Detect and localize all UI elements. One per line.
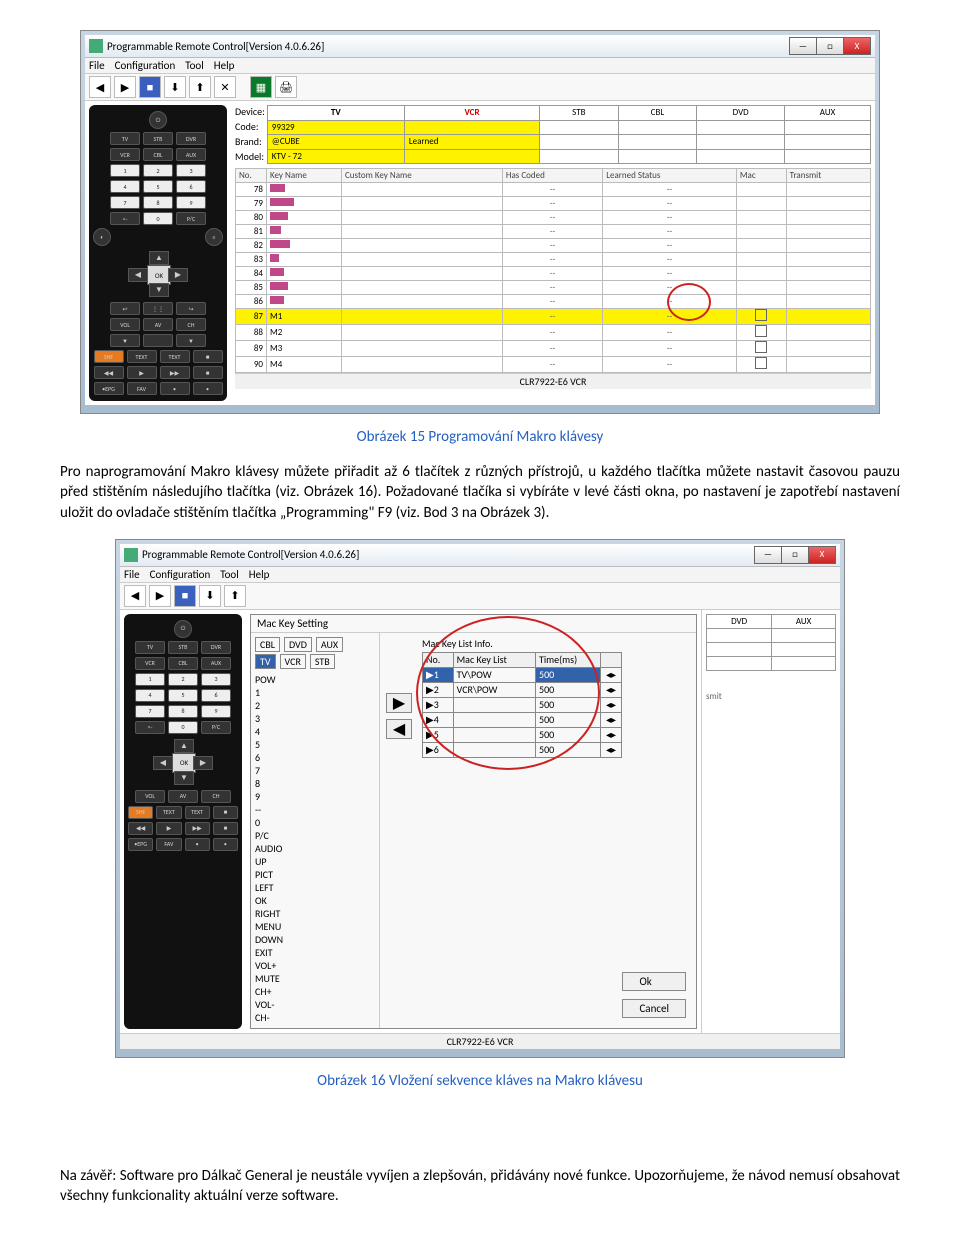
remote-image: ⏻ TVSTBDVR VCRCBLAUX 123 456 789 <-0P/C …: [124, 614, 242, 1029]
tool-2[interactable]: ▶: [114, 76, 136, 98]
table-row[interactable]: 86----: [236, 295, 871, 309]
toolbar-2: ◀▶ ■ ⬇⬆: [120, 583, 840, 610]
dev-tv[interactable]: TV: [267, 106, 404, 121]
table-row[interactable]: 78----: [236, 183, 871, 197]
table-row[interactable]: 85----: [236, 281, 871, 295]
arrow-left-icon[interactable]: ◀: [386, 719, 412, 739]
toolbar: ◀ ▶ ■ ⬇ ⬆ ✕ ▦ 🖨: [85, 74, 875, 101]
maximize-button[interactable]: □: [816, 37, 844, 55]
device-selector: CBL DVD AUX TV VCR STB POW123456789--0P/…: [251, 633, 380, 1028]
tv-selected[interactable]: TV: [255, 654, 276, 669]
ok-button[interactable]: Ok: [622, 972, 686, 991]
table-row[interactable]: 89M3----: [236, 341, 871, 357]
menubar: File Configuration Tool Help: [85, 58, 875, 74]
screenshot-figure-15: Programmable Remote Control[Version 4.0.…: [80, 30, 880, 414]
dev-aux[interactable]: AUX: [785, 106, 871, 121]
screenshot-figure-16: Programmable Remote Control[Version 4.0.…: [115, 539, 845, 1058]
table-row[interactable]: 84----: [236, 267, 871, 281]
close-button[interactable]: X: [808, 546, 836, 564]
table-row[interactable]: 81----: [236, 225, 871, 239]
menu-tool[interactable]: Tool: [185, 59, 204, 72]
tool-1[interactable]: ◀: [89, 76, 111, 98]
menubar-2: File Configuration Tool Help: [120, 567, 840, 583]
menu-config[interactable]: Configuration: [115, 59, 176, 72]
label-model: Model:: [235, 150, 265, 164]
label-brand: Brand:: [235, 135, 265, 149]
tool-7[interactable]: ▦: [250, 76, 272, 98]
key-table: No. Key Name Custom Key Name Has Coded L…: [235, 168, 871, 373]
tool-3[interactable]: ■: [139, 76, 161, 98]
figure-caption-16: Obrázek 16 Vložení sekvence kláves na Ma…: [60, 1072, 900, 1090]
titlebar-2: Programmable Remote Control[Version 4.0.…: [120, 544, 840, 567]
menu-help[interactable]: Help: [214, 59, 235, 72]
table-row[interactable]: 88M2----: [236, 325, 871, 341]
paragraph-1: Pro naprogramování Makro klávesy můžete …: [60, 462, 900, 523]
paragraph-2: Na závěř: Software pro Dálkač General je…: [60, 1166, 900, 1207]
tool-print[interactable]: 🖨: [275, 76, 297, 98]
table-row[interactable]: 87M1----: [236, 309, 871, 325]
tool-5[interactable]: ⬆: [189, 76, 211, 98]
table-row[interactable]: 79----: [236, 197, 871, 211]
figure-caption-15: Obrázek 15 Programování Makro klávesy: [60, 428, 900, 446]
tool-4[interactable]: ⬇: [164, 76, 186, 98]
table-row[interactable]: 90M4----: [236, 357, 871, 373]
annotation-circle-2: [416, 616, 600, 770]
titlebar: Programmable Remote Control[Version 4.0.…: [85, 35, 875, 58]
tool-6[interactable]: ✕: [214, 76, 236, 98]
minimize-button[interactable]: —: [789, 37, 817, 55]
label-code: Code:: [235, 120, 265, 134]
window-title: Programmable Remote Control[Version 4.0.…: [107, 40, 324, 53]
table-row[interactable]: 80----: [236, 211, 871, 225]
app-icon: [124, 548, 138, 562]
statusbar-2: CLR7922-E6 VCR: [120, 1033, 840, 1049]
statusbar: CLR7922-E6 VCR: [235, 373, 871, 389]
dev-cbl[interactable]: CBL: [618, 106, 697, 121]
menu-file[interactable]: File: [89, 59, 105, 72]
dev-stb[interactable]: STB: [540, 106, 618, 121]
table-row[interactable]: 82----: [236, 239, 871, 253]
arrow-right-icon[interactable]: ▶: [386, 693, 412, 713]
annotation-circle: [667, 283, 711, 321]
close-button[interactable]: X: [843, 37, 871, 55]
key-list[interactable]: POW123456789--0P/CAUDIOUPPICTLEFTOKRIGHT…: [255, 673, 375, 1024]
label-device: Device:: [235, 105, 265, 119]
table-row[interactable]: 83----: [236, 253, 871, 267]
remote-image: ⏻ TVSTBDVR VCRCBLAUX 123 456 789 <-0P/C …: [89, 105, 227, 401]
device-table: TV VCR STB CBL DVD AUX 99329 @CUBELearne…: [267, 105, 871, 164]
dev-dvd[interactable]: DVD: [697, 106, 785, 121]
app-icon: [89, 39, 103, 53]
partial-background: DVDAUX smit: [701, 610, 840, 1033]
minimize-button[interactable]: —: [754, 546, 782, 564]
dev-vcr[interactable]: VCR: [404, 106, 539, 121]
cancel-button[interactable]: Cancel: [622, 999, 686, 1018]
maximize-button[interactable]: □: [781, 546, 809, 564]
